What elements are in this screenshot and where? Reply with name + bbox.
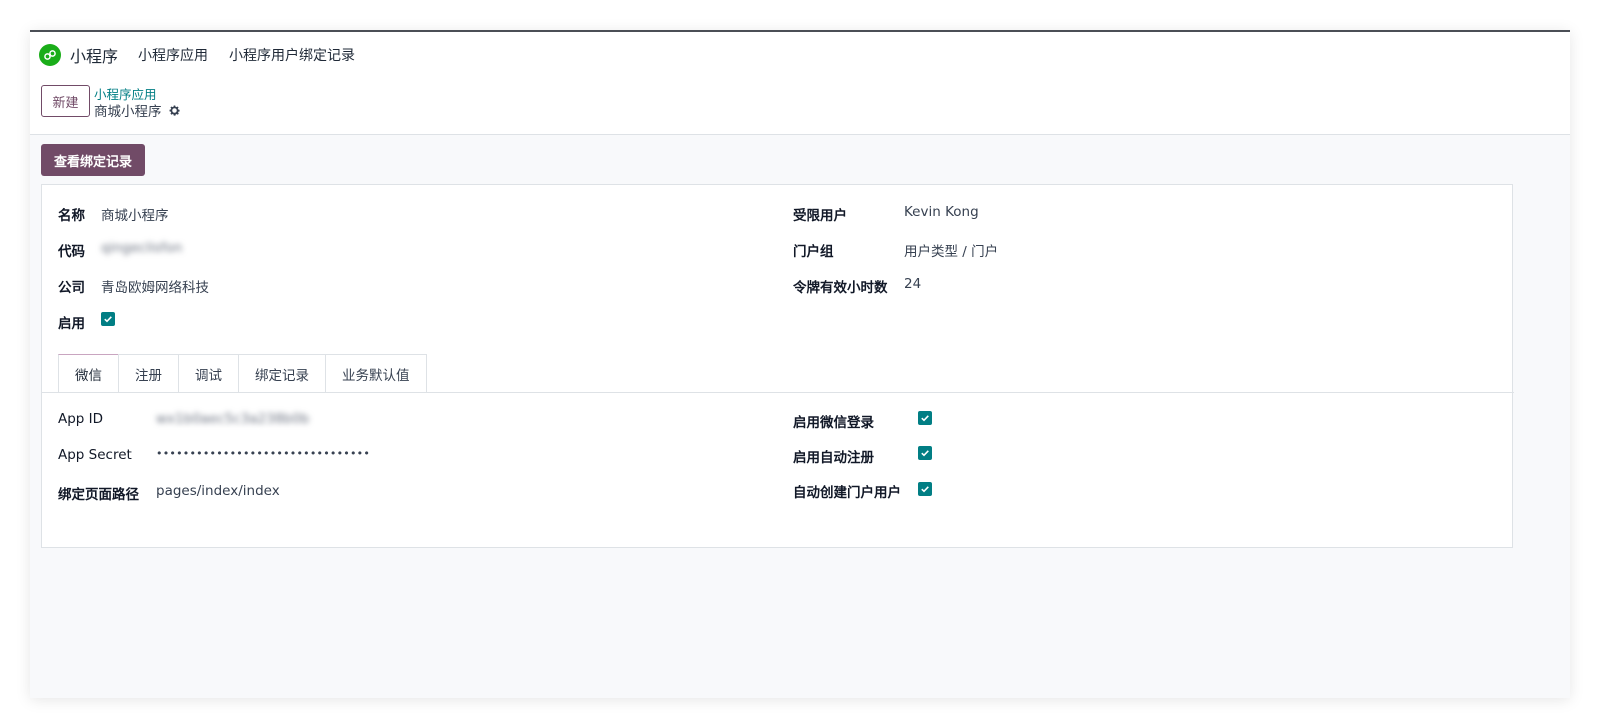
tab-divider: [42, 392, 1514, 393]
check-icon: [921, 415, 929, 422]
menu-item-user-bindings[interactable]: 小程序用户绑定记录: [229, 45, 355, 65]
new-button[interactable]: 新建: [41, 85, 90, 117]
tab-debug[interactable]: 调试: [178, 354, 239, 393]
allowed-users-field[interactable]: Kevin Kong: [904, 204, 979, 220]
gear-icon[interactable]: [168, 104, 181, 117]
view-bindings-button[interactable]: 查看绑定记录: [41, 144, 145, 176]
check-icon: [921, 450, 929, 457]
allowed-users-label: 受限用户: [793, 208, 847, 224]
code-label: 代码: [58, 244, 85, 260]
company-field[interactable]: 青岛欧姆网络科技: [101, 276, 209, 296]
name-label: 名称: [58, 208, 85, 224]
enable-wechat-login-label: 启用微信登录: [793, 415, 874, 431]
token-hours-label: 令牌有效小时数: [793, 280, 888, 296]
token-hours-field[interactable]: 24: [904, 276, 921, 292]
tab-wechat[interactable]: 微信: [58, 354, 119, 393]
enable-auto-register-checkbox[interactable]: [918, 446, 932, 460]
app-name[interactable]: 小程序: [70, 43, 118, 67]
mini-program-logo-icon[interactable]: [39, 44, 61, 66]
app-id-field[interactable]: wx1b0aec5c3a238b0b: [156, 411, 309, 427]
app-window: 小程序 小程序应用 小程序用户绑定记录 新建 小程序应用 商城小程序 查看绑定记…: [30, 30, 1570, 698]
binding-page-path-field[interactable]: pages/index/index: [156, 483, 280, 499]
auto-create-portal-user-checkbox[interactable]: [918, 482, 932, 496]
binding-page-path-label: 绑定页面路径: [58, 487, 139, 503]
form-sheet: 名称 商城小程序 代码 qingeclisfon 公司 青岛欧姆网络科技 启用 …: [41, 184, 1514, 548]
breadcrumb-current: 商城小程序: [94, 100, 181, 120]
check-icon: [104, 316, 112, 323]
active-label: 启用: [58, 316, 85, 332]
top-navbar: 小程序 小程序应用 小程序用户绑定记录: [30, 32, 1570, 78]
code-field[interactable]: qingeclisfon: [101, 240, 182, 256]
app-id-label: App ID: [58, 411, 104, 427]
notebook-tabs: 微信 注册 调试 绑定记录 业务默认值: [58, 354, 427, 393]
enable-wechat-login-checkbox[interactable]: [918, 411, 932, 425]
name-field[interactable]: 商城小程序: [101, 204, 169, 224]
portal-group-label: 门户组: [793, 244, 834, 260]
tab-binding-records[interactable]: 绑定记录: [238, 354, 326, 393]
tab-register[interactable]: 注册: [118, 354, 179, 393]
enable-auto-register-label: 启用自动注册: [793, 450, 874, 466]
menu-item-mini-program-apps[interactable]: 小程序应用: [138, 45, 208, 65]
app-secret-label: App Secret: [58, 447, 132, 463]
control-panel: 新建 小程序应用 商城小程序: [30, 78, 1570, 135]
app-secret-field[interactable]: ••••••••••••••••••••••••••••••••: [156, 447, 370, 460]
breadcrumb-current-label: 商城小程序: [94, 104, 162, 120]
active-checkbox[interactable]: [101, 312, 115, 326]
portal-group-field[interactable]: 用户类型 / 门户: [904, 240, 998, 260]
tab-business-defaults[interactable]: 业务默认值: [325, 354, 427, 393]
auto-create-portal-user-label: 自动创建门户用户: [793, 485, 901, 501]
check-icon: [921, 486, 929, 493]
company-label: 公司: [58, 280, 85, 296]
